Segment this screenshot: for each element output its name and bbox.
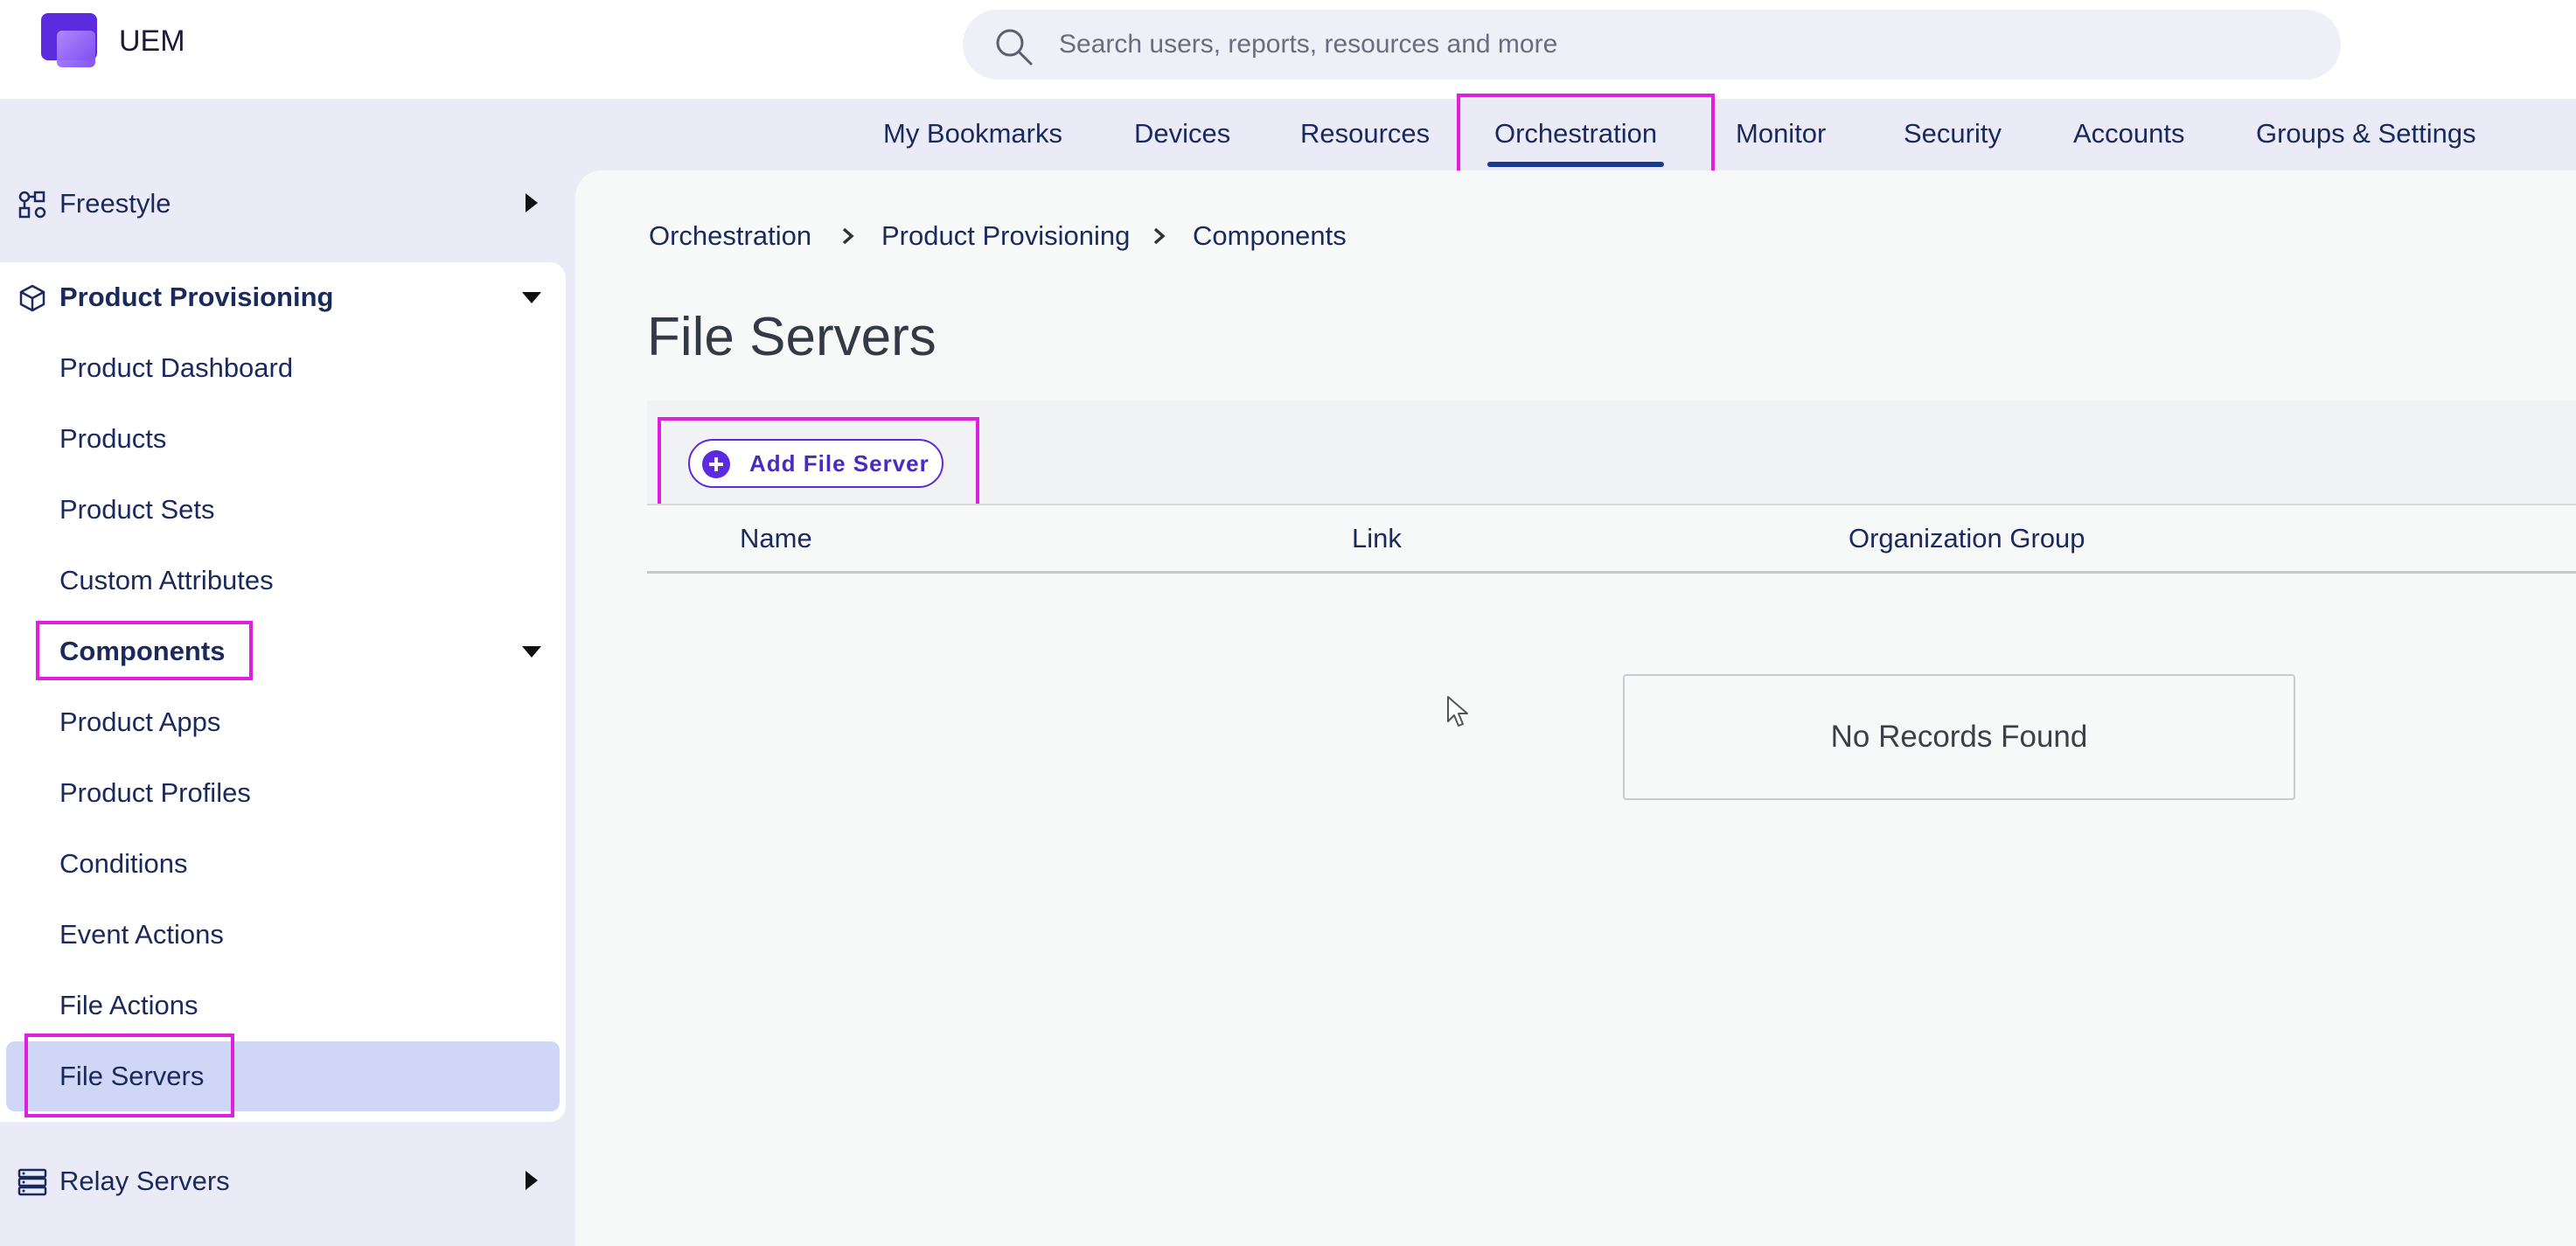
sidebar-item-product-profiles[interactable]: Product Profiles — [0, 758, 566, 828]
search-input[interactable] — [1059, 10, 2301, 80]
uem-logo-icon[interactable] — [41, 13, 104, 67]
global-search[interactable] — [963, 10, 2341, 80]
sidebar-item-components[interactable]: Components — [0, 616, 566, 686]
nav-groups-settings[interactable]: Groups & Settings — [2256, 99, 2476, 169]
sidebar-label-relay-servers: Relay Servers — [59, 1166, 230, 1196]
sidebar-label-product-provisioning: Product Provisioning — [59, 282, 334, 312]
breadcrumb-components[interactable]: Components — [1193, 215, 1347, 257]
sidebar-item-freestyle[interactable]: Freestyle — [0, 169, 577, 239]
add-circle-icon — [702, 450, 730, 478]
breadcrumb-product-provisioning[interactable]: Product Provisioning — [881, 215, 1130, 257]
nav-my-bookmarks[interactable]: My Bookmarks — [883, 99, 1062, 169]
sidebar-label-file-servers: File Servers — [59, 1061, 205, 1091]
sidebar-item-custom-attributes[interactable]: Custom Attributes — [0, 546, 566, 616]
empty-state: No Records Found — [1623, 674, 2295, 800]
empty-state-text: No Records Found — [1830, 720, 2088, 754]
sidebar-label-event-actions: Event Actions — [59, 919, 224, 950]
collapse-caret-icon[interactable] — [522, 646, 541, 658]
column-header-organization-group[interactable]: Organization Group — [1848, 505, 2085, 572]
sidebar-label-products: Products — [59, 423, 167, 454]
sidebar-item-products[interactable]: Products — [0, 404, 566, 474]
add-file-server-button[interactable]: Add File Server — [688, 439, 943, 488]
sidebar-item-file-actions[interactable]: File Actions — [0, 971, 566, 1041]
column-header-link[interactable]: Link — [1352, 505, 1402, 572]
expand-caret-icon[interactable] — [526, 1171, 538, 1190]
primary-nav: My Bookmarks Devices Resources Orchestra… — [0, 99, 2576, 169]
server-icon — [17, 1168, 47, 1196]
nav-resources[interactable]: Resources — [1300, 99, 1430, 169]
collapse-caret-icon[interactable] — [522, 292, 541, 303]
nav-security[interactable]: Security — [1904, 99, 2002, 169]
sidebar-label-custom-attributes: Custom Attributes — [59, 565, 274, 595]
sidebar-label-file-actions: File Actions — [59, 990, 198, 1020]
page-title: File Servers — [647, 307, 936, 367]
sidebar-label-product-profiles: Product Profiles — [59, 777, 251, 808]
sidebar-item-relay-servers[interactable]: Relay Servers — [0, 1146, 577, 1216]
chevron-right-icon — [842, 227, 854, 245]
breadcrumb-orchestration[interactable]: Orchestration — [649, 215, 811, 257]
workflow-icon — [18, 191, 46, 219]
search-icon — [996, 29, 1033, 66]
table-header: Name Link Organization Group — [647, 504, 2576, 574]
column-header-name[interactable]: Name — [740, 505, 812, 572]
sidebar-label-freestyle: Freestyle — [59, 188, 171, 219]
nav-monitor[interactable]: Monitor — [1736, 99, 1826, 169]
sidebar-section-panel: Product Provisioning Product Dashboard P… — [0, 262, 566, 1122]
app-name: UEM — [119, 24, 185, 58]
top-header: UEM — [0, 0, 2576, 99]
expand-caret-icon[interactable] — [526, 193, 538, 212]
sidebar-item-product-dashboard[interactable]: Product Dashboard — [0, 333, 566, 403]
nav-orchestration[interactable]: Orchestration — [1486, 99, 1665, 169]
sidebar-item-file-servers[interactable]: File Servers — [6, 1041, 560, 1111]
nav-accounts[interactable]: Accounts — [2073, 99, 2185, 169]
sidebar-item-event-actions[interactable]: Event Actions — [0, 900, 566, 970]
sidebar-item-product-apps[interactable]: Product Apps — [0, 687, 566, 757]
sidebar-item-conditions[interactable]: Conditions — [0, 829, 566, 899]
package-icon — [19, 284, 45, 312]
sidebar-label-product-dashboard: Product Dashboard — [59, 352, 294, 383]
sidebar-item-product-sets[interactable]: Product Sets — [0, 475, 566, 545]
sidebar-label-conditions: Conditions — [59, 848, 188, 879]
sidebar-label-components: Components — [59, 636, 226, 666]
add-file-server-label: Add File Server — [749, 450, 929, 477]
sidebar-label-product-sets: Product Sets — [59, 494, 215, 525]
mouse-cursor-icon — [1447, 696, 1468, 727]
chevron-right-icon — [1153, 227, 1166, 245]
nav-devices[interactable]: Devices — [1134, 99, 1230, 169]
sidebar-item-product-provisioning[interactable]: Product Provisioning — [0, 262, 577, 332]
sidebar-label-product-apps: Product Apps — [59, 707, 221, 737]
